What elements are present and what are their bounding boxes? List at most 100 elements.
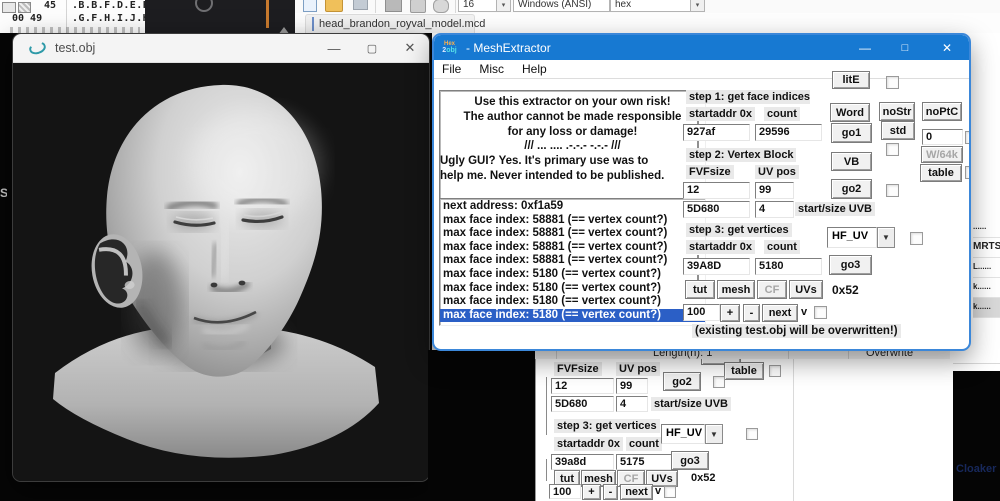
maximize-icon[interactable]: □ xyxy=(885,42,925,54)
std-button[interactable]: std xyxy=(881,121,915,140)
bg-uvb-size-field[interactable]: 4 xyxy=(616,396,648,412)
log-line[interactable]: max face index: 5180 (== vertex count?) xyxy=(440,309,705,323)
vb-button[interactable]: VB xyxy=(831,152,872,171)
bg-go2-checkbox[interactable] xyxy=(713,376,725,388)
encoding-select[interactable]: Windows (ANSI) ▾ xyxy=(513,0,624,12)
menu-file[interactable]: File xyxy=(442,62,461,76)
log-line[interactable]: max face index: 5180 (== vertex count?) xyxy=(440,295,705,309)
bg-v-checkbox[interactable] xyxy=(664,486,676,498)
log-line[interactable]: max face index: 58881 (== vertex count?) xyxy=(440,254,705,268)
cf-button[interactable]: CF xyxy=(757,280,787,299)
log-line[interactable]: max face index: 58881 (== vertex count?) xyxy=(440,227,705,241)
step3-count-field[interactable]: 5180 xyxy=(755,258,822,275)
menu-misc[interactable]: Misc xyxy=(479,62,504,76)
bg-next-button[interactable]: next xyxy=(620,484,653,500)
view-mode-select[interactable]: hex ▾ xyxy=(610,0,705,12)
file-list-item[interactable]: ...... xyxy=(973,218,1000,238)
bg-uvpos-field[interactable]: 99 xyxy=(616,378,648,394)
tab-head-model[interactable]: head_brandon_royval_model.mcd xyxy=(305,14,475,33)
menu-help[interactable]: Help xyxy=(522,62,547,76)
nostr-button[interactable]: noStr xyxy=(879,102,915,121)
uvpos-field[interactable]: 99 xyxy=(755,182,794,199)
go2-button[interactable]: go2 xyxy=(831,179,872,199)
bytes-per-row-select[interactable]: 16 ▾ xyxy=(458,0,511,12)
log-line[interactable]: max face index: 58881 (== vertex count?) xyxy=(440,214,705,228)
log-line[interactable]: max face index: 58881 (== vertex count?) xyxy=(440,241,705,255)
go2-checkbox[interactable] xyxy=(886,184,899,197)
bg-go3-button[interactable]: go3 xyxy=(671,451,709,470)
hex-row: 45 xyxy=(44,0,56,11)
bg-uvb-start-field[interactable]: 5D680 xyxy=(551,396,614,412)
next-button[interactable]: next xyxy=(762,304,798,322)
chevron-down-icon[interactable]: ▾ xyxy=(691,0,705,12)
file-list-item[interactable]: k...... xyxy=(973,298,1000,318)
uvs-button[interactable]: UVs xyxy=(789,280,823,299)
chevron-down-icon[interactable]: ▼ xyxy=(705,424,723,444)
file-list-item[interactable]: MRTS. xyxy=(973,238,1000,258)
print-icon[interactable] xyxy=(385,0,402,12)
log-line[interactable]: max face index: 5180 (== vertex count?) xyxy=(440,282,705,296)
maximize-icon[interactable]: ▢ xyxy=(353,42,391,55)
close-icon[interactable]: ✕ xyxy=(391,40,429,56)
bg-step-field[interactable]: 100 xyxy=(549,484,581,499)
new-file-icon[interactable] xyxy=(303,0,317,12)
bg-uvb-label: start/size UVB xyxy=(651,397,731,411)
litE-checkbox[interactable] xyxy=(886,76,899,89)
mesh-button[interactable]: mesh xyxy=(717,280,755,299)
open-folder-icon[interactable] xyxy=(325,0,343,12)
step3-startaddr-field[interactable]: 39A8D xyxy=(683,258,750,275)
settings-icon[interactable] xyxy=(433,0,449,13)
uvb-size-field[interactable]: 4 xyxy=(755,201,794,218)
bg-format-select[interactable]: HF_UV ▼ xyxy=(661,424,723,444)
save-icon[interactable] xyxy=(353,0,368,10)
chevron-down-icon[interactable]: ▼ xyxy=(877,227,895,248)
fvfsize-field[interactable]: 12 xyxy=(683,182,750,199)
bg-fvfsize-field[interactable]: 12 xyxy=(551,378,614,394)
bg-go2-button[interactable]: go2 xyxy=(663,372,701,391)
viewer-titlebar[interactable]: test.obj — ▢ ✕ xyxy=(13,34,429,63)
viewport-3d[interactable] xyxy=(13,63,429,482)
chevron-down-icon[interactable]: ▾ xyxy=(497,0,511,12)
bg-count-field[interactable]: 5175 xyxy=(616,454,676,470)
litE-button[interactable]: litE xyxy=(832,71,870,89)
word-button[interactable]: Word xyxy=(830,103,870,122)
format-select[interactable]: HF_UV ▼ xyxy=(827,227,895,248)
step1-count-field[interactable]: 29596 xyxy=(755,124,822,141)
log-line[interactable]: max face index: 5180 (== vertex count?) xyxy=(440,268,705,282)
tut-button[interactable]: tut xyxy=(685,280,715,299)
scroll-indicator[interactable] xyxy=(266,0,269,28)
go1-button[interactable]: go1 xyxy=(831,123,872,143)
std-checkbox[interactable] xyxy=(886,143,899,156)
close-icon[interactable]: ✕ xyxy=(925,42,969,54)
file-list-item[interactable]: L...... xyxy=(973,258,1000,278)
bg-table-checkbox[interactable] xyxy=(769,365,781,377)
log-listbox[interactable]: next address: 0xf1a59max face index: 588… xyxy=(439,198,706,326)
minus-button[interactable]: - xyxy=(743,304,760,322)
uvb-start-field[interactable]: 5D680 xyxy=(683,201,750,218)
go3-button[interactable]: go3 xyxy=(829,255,872,275)
step-field[interactable]: 100 xyxy=(683,304,720,321)
w64k-button[interactable]: W/64k xyxy=(921,146,963,163)
plus-button[interactable]: + xyxy=(720,304,740,322)
bg-table-button[interactable]: table xyxy=(724,362,764,380)
extractor-titlebar[interactable]: Hex 2obj - MeshExtractor — □ ✕ xyxy=(434,35,969,60)
table-checkbox[interactable] xyxy=(965,166,971,179)
step1-startaddr-field[interactable]: 927af xyxy=(683,124,750,141)
v-checkbox[interactable] xyxy=(814,306,827,319)
table-button[interactable]: table xyxy=(920,164,962,182)
bg-startaddr-field[interactable]: 39a8d xyxy=(551,454,614,470)
bg-format-checkbox[interactable] xyxy=(746,428,758,440)
noptc-checkbox[interactable] xyxy=(965,131,971,144)
bg-plus-button[interactable]: + xyxy=(582,484,601,500)
minimize-icon[interactable]: — xyxy=(845,42,885,54)
bg-minus-button[interactable]: - xyxy=(603,484,618,500)
file-list-item[interactable]: k...... xyxy=(973,278,1000,298)
console-panel: Cloaker xyxy=(953,371,1000,501)
minimize-icon[interactable]: — xyxy=(315,41,353,56)
format-checkbox[interactable] xyxy=(910,232,923,245)
noptc-button[interactable]: noPtC xyxy=(922,102,962,121)
log-line[interactable]: next address: 0xf1a59 xyxy=(440,200,705,214)
export-icon[interactable] xyxy=(410,0,426,13)
noptc-field[interactable]: 0 xyxy=(922,129,963,145)
offset-label: 0x52 xyxy=(832,283,859,297)
